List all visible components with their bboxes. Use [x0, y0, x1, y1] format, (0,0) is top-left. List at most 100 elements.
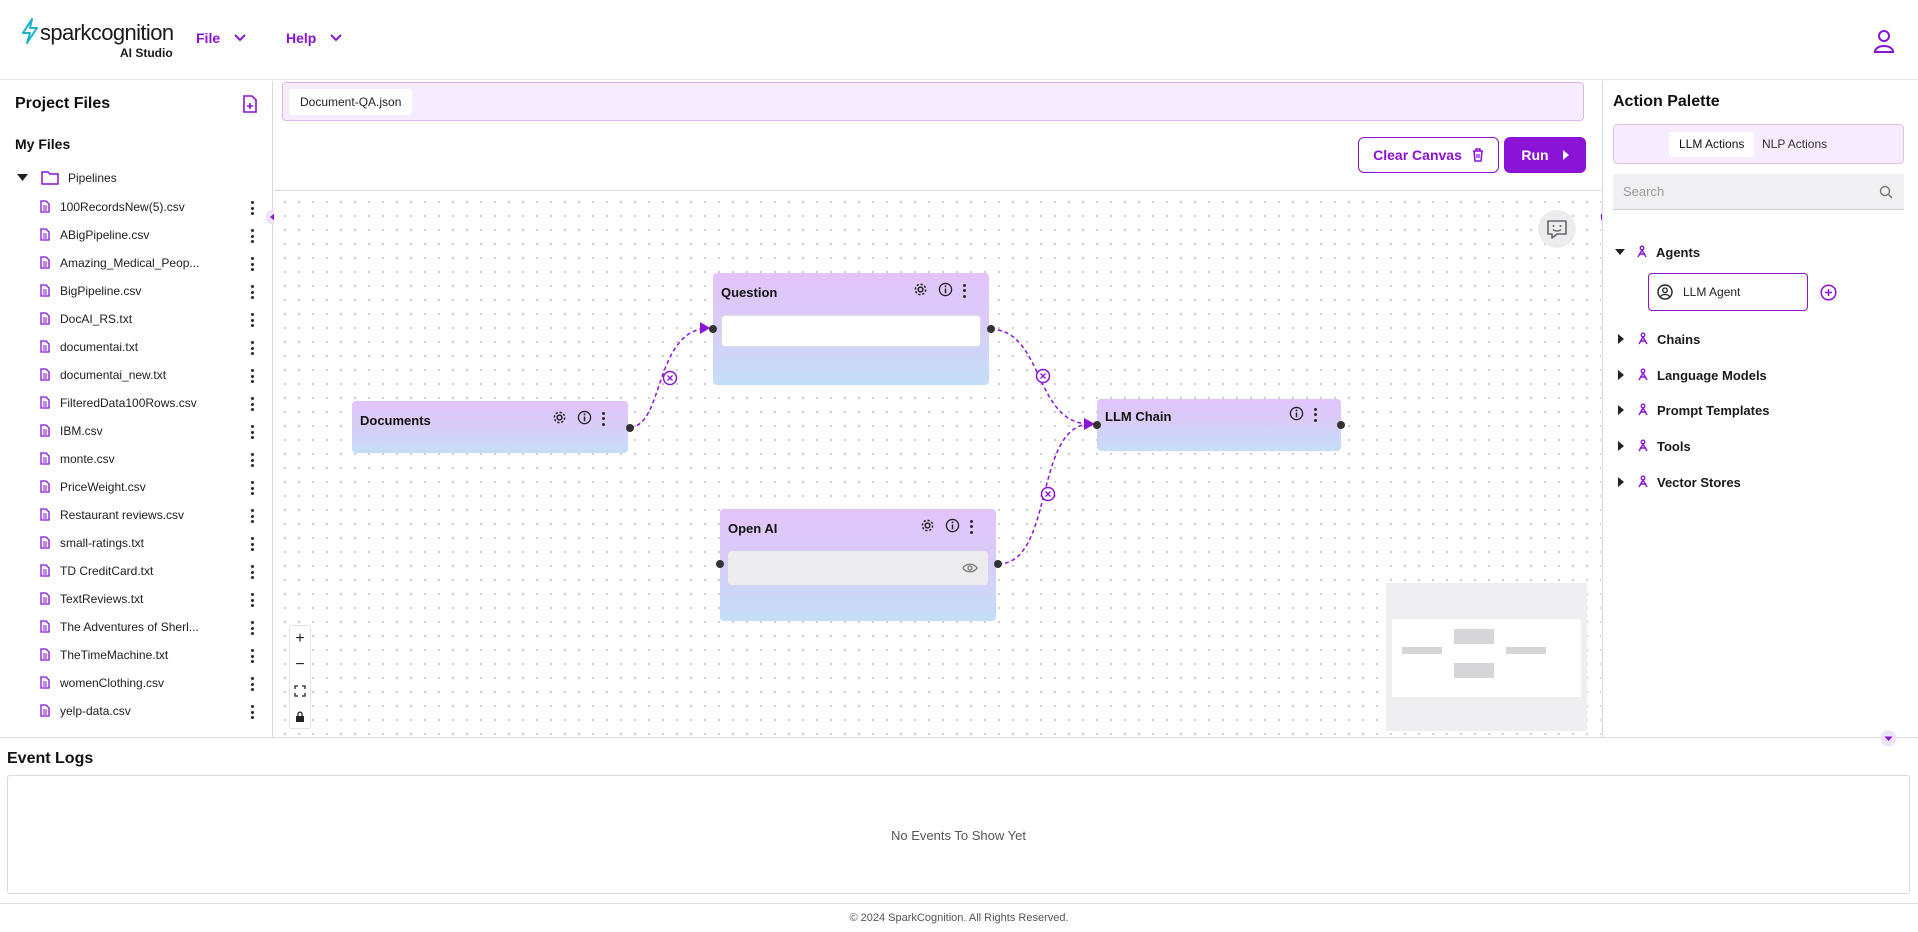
file-item[interactable]: The Adventures of Sherl... [0, 613, 272, 641]
more-options-icon[interactable] [251, 677, 255, 694]
more-options-icon[interactable] [251, 509, 255, 526]
file-item[interactable]: yelp-data.csv [0, 697, 272, 725]
new-file-icon[interactable] [242, 95, 258, 118]
category-language-models[interactable]: Language Models [1613, 363, 1767, 387]
file-item[interactable]: small-ratings.txt [0, 529, 272, 557]
node-llm-chain[interactable]: LLM Chain [1097, 399, 1341, 451]
collapse-logs-icon[interactable] [1880, 730, 1897, 752]
file-item[interactable]: monte.csv [0, 445, 272, 473]
more-options-icon[interactable] [251, 425, 255, 442]
category-agents[interactable]: Agents [1613, 240, 1700, 264]
file-item[interactable]: BigPipeline.csv [0, 277, 272, 305]
gear-icon[interactable] [913, 282, 928, 302]
tab-llm-actions[interactable]: LLM Actions [1669, 132, 1755, 157]
gear-icon[interactable] [920, 518, 935, 538]
node-question-input-port[interactable] [709, 325, 717, 333]
palette-item-llm-agent[interactable]: LLM Agent [1648, 273, 1808, 311]
info-icon[interactable] [577, 410, 592, 430]
zoom-out-icon[interactable]: − [290, 652, 310, 678]
node-openai[interactable]: Open AI [720, 509, 996, 621]
action-category-icon [1638, 368, 1648, 381]
node-openai-title: Open AI [728, 521, 778, 536]
node-openai-actions [920, 518, 974, 538]
file-item[interactable]: TextReviews.txt [0, 585, 272, 613]
more-options-icon[interactable] [251, 565, 255, 582]
more-options-icon[interactable] [251, 397, 255, 414]
edge-delete-icon [1035, 368, 1051, 384]
file-item[interactable]: documentai.txt [0, 333, 272, 361]
node-llm-chain-input-port[interactable] [1093, 421, 1101, 429]
file-item[interactable]: documentai_new.txt [0, 361, 272, 389]
more-options-icon[interactable] [251, 257, 255, 274]
tab-nlp-actions[interactable]: NLP Actions [1752, 132, 1837, 157]
more-options-icon[interactable] [251, 229, 255, 246]
file-item[interactable]: FilteredData100Rows.csv [0, 389, 272, 417]
node-openai-output-port[interactable] [994, 560, 1002, 568]
action-palette-title: Action Palette [1613, 93, 1720, 110]
run-button[interactable]: Run [1504, 137, 1586, 173]
more-options-icon[interactable] [602, 411, 606, 429]
node-llm-chain-output-port[interactable] [1337, 421, 1345, 429]
category-tools[interactable]: Tools [1613, 434, 1691, 458]
minimap[interactable] [1386, 583, 1587, 731]
help-menu[interactable]: Help [286, 30, 343, 46]
more-options-icon[interactable] [970, 519, 974, 537]
category-vector-stores[interactable]: Vector Stores [1613, 470, 1741, 494]
node-documents[interactable]: Documents [352, 401, 628, 453]
category-chains[interactable]: Chains [1613, 327, 1700, 351]
file-item[interactable]: IBM.csv [0, 417, 272, 445]
clear-canvas-button[interactable]: Clear Canvas [1358, 137, 1499, 173]
more-options-icon[interactable] [251, 621, 255, 638]
question-input[interactable] [721, 315, 981, 347]
fit-view-icon[interactable] [290, 678, 310, 704]
file-item[interactable]: PriceWeight.csv [0, 473, 272, 501]
file-item[interactable]: Amazing_Medical_Peop... [0, 249, 272, 277]
file-item[interactable]: Restaurant reviews.csv [0, 501, 272, 529]
node-documents-output-port[interactable] [626, 424, 634, 432]
more-options-icon[interactable] [251, 705, 255, 722]
file-item[interactable]: 100RecordsNew(5).csv [0, 193, 272, 221]
user-profile-icon[interactable] [1871, 28, 1897, 59]
more-options-icon[interactable] [963, 283, 967, 301]
zoom-in-icon[interactable]: + [290, 626, 310, 652]
file-item[interactable]: TheTimeMachine.txt [0, 641, 272, 669]
file-menu[interactable]: File [196, 30, 246, 46]
file-item[interactable]: TD CreditCard.txt [0, 557, 272, 585]
gear-icon[interactable] [552, 410, 567, 430]
info-icon[interactable] [1289, 406, 1304, 426]
eye-icon[interactable] [962, 562, 978, 574]
info-icon[interactable] [938, 282, 953, 302]
folder-pipelines[interactable]: Pipelines [15, 169, 255, 189]
category-prompt-templates[interactable]: Prompt Templates [1613, 398, 1769, 422]
file-name: TD CreditCard.txt [60, 564, 154, 578]
node-openai-input-port[interactable] [716, 560, 724, 568]
pipeline-canvas[interactable]: Question Documents LLM Chain Open AI + − [274, 190, 1601, 736]
more-options-icon[interactable] [251, 537, 255, 554]
search-input[interactable] [1623, 174, 1863, 208]
more-options-icon[interactable] [251, 369, 255, 386]
more-options-icon[interactable] [251, 201, 255, 218]
file-name: FilteredData100Rows.csv [60, 396, 197, 410]
more-options-icon[interactable] [1314, 407, 1318, 425]
more-options-icon[interactable] [251, 649, 255, 666]
more-options-icon[interactable] [251, 285, 255, 302]
chat-icon[interactable] [1537, 209, 1577, 254]
lock-icon[interactable] [290, 704, 310, 730]
file-item[interactable]: ABigPipeline.csv [0, 221, 272, 249]
more-options-icon[interactable] [251, 341, 255, 358]
node-question[interactable]: Question [713, 273, 989, 385]
file-item[interactable]: womenClothing.csv [0, 669, 272, 697]
add-circle-icon[interactable] [1820, 284, 1837, 306]
file-tab-document-qa[interactable]: Document-QA.json [289, 89, 413, 115]
file-name: 100RecordsNew(5).csv [60, 200, 185, 214]
more-options-icon[interactable] [251, 593, 255, 610]
api-key-input[interactable] [728, 551, 988, 585]
more-options-icon[interactable] [251, 313, 255, 330]
node-question-output-port[interactable] [987, 325, 995, 333]
info-icon[interactable] [945, 518, 960, 538]
play-icon [1562, 150, 1569, 160]
more-options-icon[interactable] [251, 453, 255, 470]
more-options-icon[interactable] [251, 481, 255, 498]
file-item[interactable]: DocAI_RS.txt [0, 305, 272, 333]
search-icon[interactable] [1879, 185, 1893, 199]
